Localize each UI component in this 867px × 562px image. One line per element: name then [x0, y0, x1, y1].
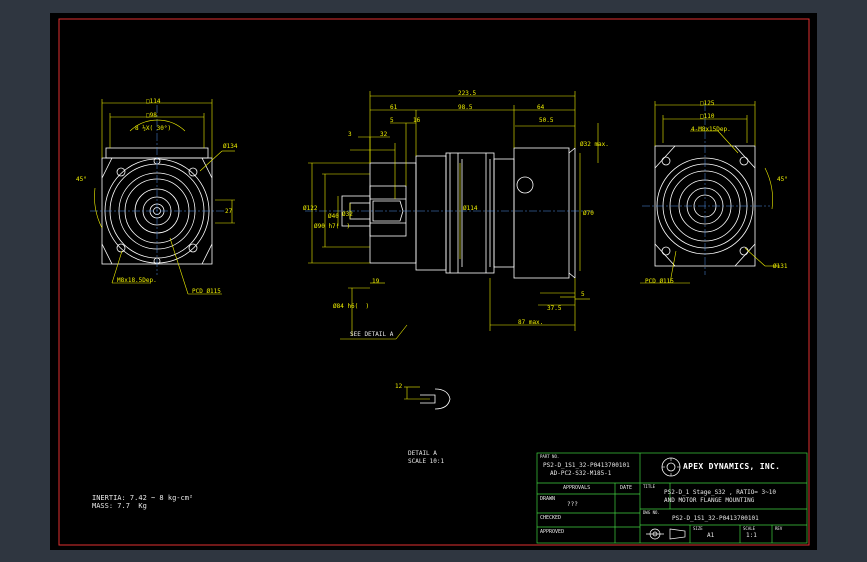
side-dia70-label: Ø70	[583, 210, 594, 217]
side-d375-label: 37.5	[547, 305, 562, 312]
scale-value: 1:1	[746, 532, 757, 539]
dwg-no: PS2-D_1S1_32-P0413700101	[672, 515, 759, 522]
left-square-label: □114	[146, 98, 161, 105]
side-view	[341, 147, 576, 279]
detail-title: DETAIL A	[408, 450, 437, 457]
left-holes-label: M8x18.5Dep.	[117, 277, 157, 284]
left-bore-label: Ø134	[223, 143, 238, 150]
title-label: TITLE	[643, 484, 656, 489]
side-d5b-label: 5	[581, 291, 585, 298]
right-square-label: □125	[700, 100, 715, 107]
right-angle-label: 45°	[777, 176, 788, 183]
approvals-label: APPROVALS	[563, 485, 591, 491]
inertia-note: INERTIA: 7.42 ~ 8 kg-cm²	[92, 494, 194, 502]
detail-dim-label: 12	[395, 383, 403, 390]
side-d505-label: 50.5	[539, 117, 554, 124]
side-dia32max-label: Ø32 max.	[580, 141, 609, 148]
right-bore-label: Ø131	[773, 263, 788, 270]
side-overall-label: 223.5	[458, 90, 477, 97]
side-dia90h7-label: Ø90 h7( )	[314, 223, 351, 230]
side-d32-label: 32	[380, 131, 388, 138]
part-no-1: PS2-D_1S1_32-P0413700101	[543, 462, 630, 469]
detail-scale: SCALE 10:1	[408, 458, 445, 465]
right-inner-square-label: □110	[700, 113, 715, 120]
title-line-1: PS2-D_1 Stage_S32 , RATIO= 3~10	[664, 489, 776, 496]
side-dia114-label: Ø114	[463, 205, 478, 212]
drawn-value: ???	[567, 501, 578, 508]
left-inner-square-label: □98	[146, 112, 157, 119]
company-name: APEX DYNAMICS, INC.	[683, 462, 781, 471]
dwg-no-label: DWG NO.	[643, 510, 660, 515]
title-line-2: AND MOTOR FLANGE MOUNTING	[664, 497, 755, 504]
left-side-dim-label: 27	[225, 208, 233, 215]
right-pcd-label: PCD Ø115	[645, 278, 674, 285]
approved-label: APPROVED	[540, 529, 565, 535]
left-bolt-angle-label: 8 ½X( 30°)	[135, 125, 172, 132]
size-label: SIZE	[693, 526, 703, 531]
detail-a-dims	[404, 386, 430, 400]
part-no-label: PART NO.	[540, 454, 560, 459]
side-d19-label: 19	[372, 278, 380, 285]
side-d87-label: 87 max.	[518, 319, 544, 326]
left-angle-label: 45°	[76, 176, 87, 183]
side-dia40-label: Ø40	[328, 213, 339, 220]
side-d16-label: 16	[413, 117, 421, 124]
left-pcd-label: PCD Ø115	[192, 288, 221, 295]
size-value: A1	[707, 532, 715, 539]
see-detail-label: SEE DETAIL A	[350, 331, 394, 338]
side-d61-label: 61	[390, 104, 398, 111]
scale-label: SCALE	[743, 526, 756, 531]
right-holes-label: 4-M8x15Dep.	[691, 126, 731, 133]
company-logo	[661, 457, 681, 477]
drawn-label: DRAWN	[540, 496, 556, 502]
date-label: DATE	[620, 485, 633, 491]
side-d985-label: 98.5	[458, 104, 473, 111]
checked-label: CHECKED	[540, 515, 562, 521]
side-d3-label: 3	[348, 131, 352, 138]
projection-symbol	[646, 528, 686, 540]
drawing-sheet[interactable]: □114 □98 8 ½X( 30°) Ø134 45° 27 M8x18.5D…	[50, 13, 817, 550]
side-dia84-label: Ø84 h6( )	[333, 303, 370, 310]
part-no-2: AD-PC2-S32-M185-1	[550, 470, 612, 477]
side-dia122-label: Ø122	[303, 205, 318, 212]
side-dia32-label: Ø32	[342, 211, 353, 218]
side-d64-label: 64	[537, 104, 545, 111]
mass-note: MASS: 7.7 Kg	[92, 502, 147, 510]
rev-label: REV	[775, 526, 783, 531]
side-d5-label: 5	[390, 117, 394, 124]
